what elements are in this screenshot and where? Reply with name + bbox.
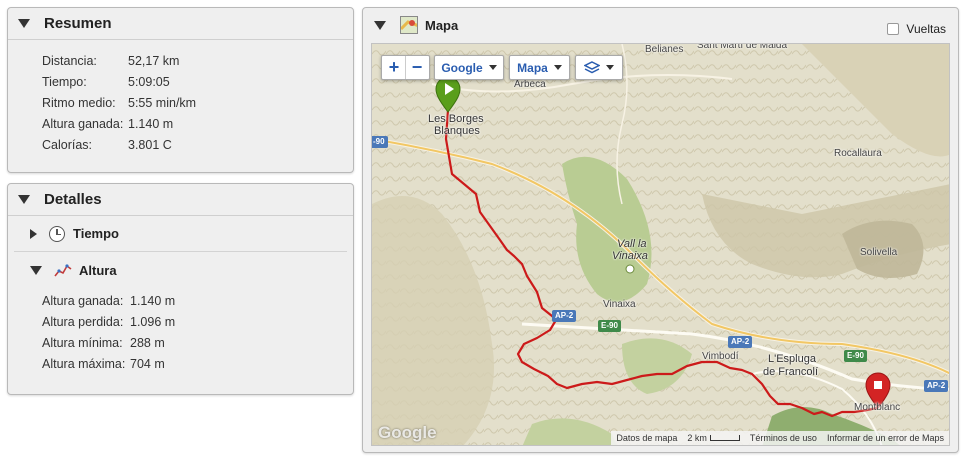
stat-row-altura: Altura ganada: 1.140 m bbox=[42, 113, 353, 134]
place-label: Rocallaura bbox=[834, 148, 882, 159]
stat-value: 1.140 m bbox=[130, 293, 176, 308]
map-type-dropdown[interactable]: Mapa bbox=[509, 55, 570, 80]
road-shield: E-90 bbox=[598, 320, 621, 332]
stat-label: Altura máxima: bbox=[42, 356, 126, 371]
stat-row-altura-maxima: Altura máxima: 704 m bbox=[42, 353, 353, 374]
stat-row-altura-ganada: Altura ganada: 1.140 m bbox=[42, 290, 353, 311]
stat-label: Tiempo: bbox=[42, 74, 87, 89]
report-error-link[interactable]: Informar de un error de Maps bbox=[822, 433, 949, 443]
tiempo-section-header[interactable]: Tiempo bbox=[14, 216, 347, 252]
place-label: Blanques bbox=[434, 125, 480, 137]
collapse-triangle-icon[interactable] bbox=[374, 20, 386, 30]
road-shield: AP-2 bbox=[552, 310, 577, 322]
chevron-down-icon bbox=[553, 65, 562, 70]
provider-dropdown[interactable]: Google bbox=[434, 55, 504, 80]
altura-section-title: Altura bbox=[79, 262, 117, 278]
stat-value: 1.140 m bbox=[128, 116, 174, 131]
expand-triangle-icon[interactable] bbox=[30, 228, 37, 239]
stat-label: Ritmo medio: bbox=[42, 95, 116, 110]
map-canvas[interactable]: Belianes Sant Martí de Maldà Arbeca Les … bbox=[371, 43, 950, 446]
scale-bar bbox=[709, 435, 740, 441]
resumen-header[interactable]: Resumen bbox=[8, 8, 353, 40]
place-label: Vinaixa bbox=[612, 250, 648, 262]
elevation-chart-icon bbox=[54, 264, 72, 277]
stat-label: Distancia: bbox=[42, 53, 97, 68]
place-label: Solivella bbox=[860, 247, 898, 258]
stat-row-altura-perdida: Altura perdida: 1.096 m bbox=[42, 311, 353, 332]
collapse-triangle-icon[interactable] bbox=[18, 195, 30, 204]
peak-icon bbox=[625, 264, 635, 274]
chevron-down-icon bbox=[606, 65, 614, 70]
stat-row-ritmo: Ritmo medio: 5:55 min/km bbox=[42, 92, 353, 113]
resumen-title: Resumen bbox=[44, 15, 112, 32]
stat-row-tiempo: Tiempo: 5:09:05 bbox=[42, 71, 353, 92]
stat-label: Calorías: bbox=[42, 137, 93, 152]
map-attribution: Datos de mapa 2 km Términos de uso Infor… bbox=[611, 431, 949, 445]
zoom-control: + − bbox=[381, 55, 430, 80]
place-label: L'Espluga bbox=[768, 353, 816, 365]
stat-label: Altura perdida: bbox=[42, 314, 124, 329]
place-label: de Francolí bbox=[763, 366, 819, 378]
place-label: Montblanc bbox=[854, 402, 901, 413]
scale-label: 2 km bbox=[682, 433, 745, 443]
stat-row-altura-minima: Altura mínima: 288 m bbox=[42, 332, 353, 353]
stat-row-distancia: Distancia: 52,17 km bbox=[42, 50, 353, 71]
detalles-title: Detalles bbox=[44, 191, 102, 208]
zoom-in-button[interactable]: + bbox=[383, 56, 405, 79]
road-shield: -90 bbox=[372, 136, 388, 148]
clock-icon bbox=[49, 225, 65, 242]
zoom-out-button[interactable]: − bbox=[406, 56, 428, 79]
map-data-link[interactable]: Datos de mapa bbox=[611, 433, 682, 443]
resumen-panel: Resumen Distancia: 52,17 km Tiempo: 5:09:0… bbox=[7, 7, 354, 173]
resumen-stats: Distancia: 52,17 km Tiempo: 5:09:05 Ritmo … bbox=[8, 40, 353, 155]
stat-value: 288 m bbox=[130, 335, 165, 350]
map-terrain bbox=[372, 44, 949, 445]
mapa-header[interactable]: Mapa Vueltas bbox=[363, 8, 958, 42]
map-type-label: Mapa bbox=[517, 60, 548, 75]
chevron-down-icon bbox=[488, 65, 497, 70]
detalles-panel: Detalles Tiempo Altura Altura ganada: 1.1… bbox=[7, 183, 354, 395]
collapse-triangle-icon[interactable] bbox=[18, 19, 30, 28]
stat-label: Altura mínima: bbox=[42, 335, 123, 350]
road-shield: E-90 bbox=[844, 350, 867, 362]
map-icon bbox=[400, 16, 418, 34]
vueltas-checkbox[interactable] bbox=[887, 23, 900, 35]
place-label: Vinaixa bbox=[603, 299, 636, 310]
provider-label: Google bbox=[441, 60, 483, 75]
layers-dropdown[interactable] bbox=[575, 55, 623, 80]
stat-value: 52,17 km bbox=[128, 53, 180, 68]
stat-label: Altura ganada: bbox=[42, 116, 124, 131]
altura-section-header[interactable]: Altura bbox=[14, 252, 347, 288]
stat-value: 5:09:05 bbox=[128, 74, 170, 89]
stat-value: 704 m bbox=[130, 356, 165, 371]
google-logo: Google bbox=[378, 423, 437, 442]
detalles-header[interactable]: Detalles bbox=[8, 184, 353, 216]
place-label: Les Borges bbox=[428, 113, 484, 125]
altura-stats: Altura ganada: 1.140 m Altura perdida: 1.0… bbox=[8, 288, 353, 374]
stat-value: 3.801 C bbox=[128, 137, 172, 152]
vueltas-toggle[interactable]: Vueltas bbox=[887, 22, 946, 36]
mapa-panel: Mapa Vueltas Belianes Sant Martí de Mald… bbox=[362, 7, 959, 453]
stat-label: Altura ganada: bbox=[42, 293, 124, 308]
stat-row-calorias: Calorías: 3.801 C bbox=[42, 134, 353, 155]
stat-value: 5:55 min/km bbox=[128, 95, 197, 110]
place-label: Vimbodí bbox=[702, 351, 739, 362]
mapa-title: Mapa bbox=[425, 17, 459, 33]
layers-icon bbox=[584, 60, 600, 73]
tiempo-section-title: Tiempo bbox=[73, 226, 119, 241]
vueltas-label: Vueltas bbox=[906, 22, 946, 36]
road-shield: AP-2 bbox=[924, 380, 949, 392]
place-label: Sant Martí de Maldà bbox=[697, 43, 788, 51]
place-label: Belianes bbox=[645, 44, 684, 55]
road-shield: AP-2 bbox=[728, 336, 753, 348]
place-label: Arbeca bbox=[514, 79, 546, 90]
stat-value: 1.096 m bbox=[130, 314, 176, 329]
terms-link[interactable]: Términos de uso bbox=[745, 433, 822, 443]
place-label: Vall la bbox=[617, 238, 647, 250]
collapse-triangle-icon[interactable] bbox=[30, 265, 42, 275]
